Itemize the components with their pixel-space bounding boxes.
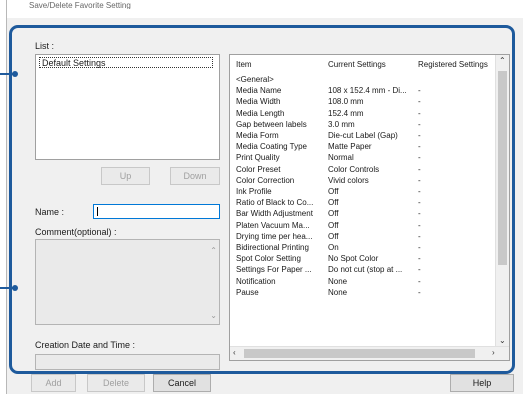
table-cell-item: Media Length (236, 108, 285, 118)
name-input[interactable] (93, 204, 220, 219)
scroll-up-arrow-icon[interactable]: ⌃ (210, 246, 217, 255)
table-cell-current: 108.0 mm (328, 97, 364, 107)
down-button[interactable]: Down (170, 167, 220, 185)
table-cell-current: Normal (328, 153, 354, 163)
table-cell-item: Color Correction (236, 175, 295, 185)
table-cell-current: Die-cut Label (Gap) (328, 131, 398, 140)
table-cell-item: Bar Width Adjustment (236, 209, 313, 219)
table-cell-current: Off (328, 187, 339, 196)
settings-table[interactable]: Item Current Settings Registered Setting… (229, 54, 510, 361)
table-cell-item: Print Quality (236, 153, 280, 163)
vertical-scrollbar[interactable]: ⌃ ⌄ (495, 55, 509, 347)
table-cell-current: Matte Paper (328, 142, 372, 152)
settings-list[interactable]: Default Settings (35, 54, 220, 160)
list-item[interactable]: Default Settings (39, 57, 213, 68)
table-cell-registered: - (418, 276, 421, 286)
add-button[interactable]: Add (31, 374, 76, 392)
scroll-down-arrow-icon[interactable]: ⌄ (499, 336, 506, 346)
list-label: List : (35, 41, 55, 51)
table-cell-item: Drying time per hea... (236, 231, 313, 241)
horizontal-scroll-thumb[interactable] (244, 349, 475, 358)
name-label: Name : (35, 207, 65, 217)
table-cell-item: Settings For Paper ... (236, 265, 312, 275)
window-title: Save/Delete Favorite Setting (29, 1, 131, 9)
table-cell-item: Notification (236, 276, 276, 286)
table-cell-item: Media Width (236, 97, 281, 107)
table-cell-registered: - (418, 108, 421, 118)
table-cell-current: Off (328, 198, 339, 208)
table-cell-registered: - (418, 97, 421, 107)
table-cell-item: Pause (236, 287, 259, 297)
column-header-current[interactable]: Current Settings (328, 60, 412, 69)
table-cell-registered: - (418, 220, 421, 230)
table-cell-registered: - (418, 142, 421, 152)
table-cell-item: Media Name (236, 86, 282, 96)
column-header-item[interactable]: Item (236, 60, 316, 69)
table-cell-current: 3.0 mm (328, 119, 355, 129)
table-cell-current: On (328, 243, 339, 252)
table-cell-current: Off (328, 209, 339, 219)
horizontal-scrollbar[interactable]: ‹ › (230, 346, 509, 360)
table-cell-item: Color Preset (236, 164, 281, 174)
table-cell-current: Do not cut (stop at ... (328, 265, 403, 275)
table-cell-current: Off (328, 220, 339, 230)
comment-label: Comment(optional) : (35, 227, 117, 237)
table-cell-registered: - (418, 119, 421, 129)
table-cell-current (328, 74, 414, 85)
callout-dot (12, 285, 18, 291)
table-cell-current: Vivid colors (328, 175, 369, 185)
table-cell-current: 108 x 152.4 mm - Di... (328, 86, 407, 96)
table-cell-registered: - (418, 187, 421, 196)
table-cell-registered: - (418, 164, 421, 174)
table-cell-registered: - (418, 287, 421, 297)
text-caret (97, 207, 98, 216)
table-cell-item: Bidirectional Printing (236, 243, 309, 252)
table-cell-current: None (328, 287, 348, 297)
column-header-registered[interactable]: Registered Settings (418, 60, 496, 69)
title-bar: Save/Delete Favorite Setting (7, 0, 523, 18)
table-cell-registered (418, 74, 496, 85)
delete-button[interactable]: Delete (87, 374, 145, 392)
help-button[interactable]: Help (450, 374, 514, 392)
vertical-scroll-thumb[interactable] (498, 71, 507, 265)
table-cell-current: Color Controls (328, 164, 380, 174)
table-cell-item: Media Form (236, 131, 279, 140)
callout-dot (12, 71, 18, 77)
table-cell-item: Gap between labels (236, 119, 307, 129)
table-cell-current: No Spot Color (328, 254, 379, 264)
table-cell-registered: - (418, 209, 421, 219)
date-label: Creation Date and Time : (35, 340, 136, 350)
table-cell-item: Platen Vacuum Ma... (236, 220, 310, 230)
table-cell-registered: - (418, 231, 421, 241)
table-cell-registered: - (418, 153, 421, 163)
table-cell-registered: - (418, 243, 421, 252)
table-cell-item: Ratio of Black to Co... (236, 198, 314, 208)
table-cell-registered: - (418, 254, 421, 264)
table-cell-item: <General> (236, 75, 274, 84)
scroll-right-arrow-icon[interactable]: › (492, 348, 495, 358)
scroll-down-arrow-icon[interactable]: ⌄ (210, 311, 217, 320)
table-cell-current: Off (328, 231, 339, 241)
table-cell-registered: - (418, 198, 421, 208)
scroll-up-arrow-icon[interactable]: ⌃ (499, 56, 506, 66)
up-button[interactable]: Up (101, 167, 150, 185)
table-cell-item: Spot Color Setting (236, 254, 301, 264)
table-cell-current: None (328, 276, 348, 286)
favorite-setting-dialog: Save/Delete Favorite Setting List : Defa… (6, 0, 523, 394)
cancel-button[interactable]: Cancel (153, 374, 211, 392)
table-cell-registered: - (418, 175, 421, 185)
table-cell-registered: - (418, 265, 421, 275)
creation-date-field (35, 354, 220, 370)
comment-field[interactable]: ⌃ ⌄ (35, 239, 220, 325)
table-cell-item: Ink Profile (236, 187, 272, 196)
table-cell-registered: - (418, 86, 421, 96)
table-cell-current: 152.4 mm (328, 108, 364, 118)
table-cell-registered: - (418, 131, 421, 140)
table-cell-item: Media Coating Type (236, 142, 308, 152)
scroll-left-arrow-icon[interactable]: ‹ (233, 348, 236, 358)
